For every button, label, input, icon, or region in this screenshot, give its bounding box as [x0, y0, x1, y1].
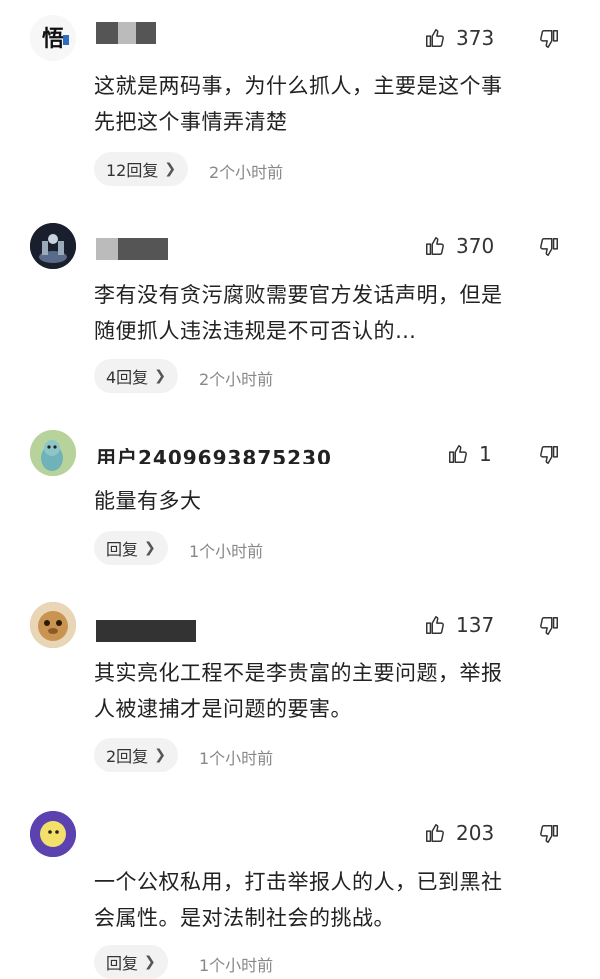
chevron-right-icon: ❯ — [144, 954, 156, 970]
username-redacted — [96, 620, 196, 642]
comment-text: 李有没有贪污腐败需要官方发话声明，但是 随便抓人违法违规是不可否认的… — [94, 283, 503, 343]
thumb-up-icon — [426, 237, 444, 255]
username[interactable]: 用户2409693875230 — [96, 448, 332, 464]
avatar[interactable] — [30, 811, 76, 857]
thumb-down-icon[interactable] — [538, 615, 560, 637]
like-button[interactable]: 373 — [424, 26, 494, 50]
thumb-down-icon[interactable] — [538, 28, 560, 50]
reply-button[interactable]: 4回复 ❯ — [94, 359, 178, 393]
timestamp: 2个小时前 — [209, 163, 284, 182]
chevron-right-icon: ❯ — [154, 747, 166, 763]
chevron-right-icon: ❯ — [144, 540, 156, 556]
timestamp: 1个小时前 — [199, 749, 274, 768]
like-count: 137 — [456, 613, 495, 637]
comment-text: 这就是两码事，为什么抓人，主要是这个事 先把这个事情弄清楚 — [94, 74, 503, 134]
thumb-down-icon[interactable] — [538, 444, 560, 466]
like-button[interactable]: 1 — [447, 442, 492, 466]
reply-button[interactable]: 回复 ❯ — [94, 531, 168, 565]
svg-text:悟: 悟 — [42, 26, 64, 52]
reply-button[interactable]: 2回复 ❯ — [94, 738, 178, 772]
username-redacted — [96, 22, 156, 44]
thumb-down-icon[interactable] — [538, 823, 560, 845]
like-button[interactable]: 370 — [424, 234, 494, 258]
thumb-up-icon — [426, 616, 444, 634]
avatar[interactable] — [30, 430, 76, 476]
comment-text: 能量有多大 — [94, 489, 202, 513]
comment-text: 一个公权私用，打击举报人的人，已到黑社 会属性。是对法制社会的挑战。 — [94, 870, 503, 930]
like-count: 373 — [456, 26, 495, 50]
thumb-up-icon — [449, 445, 467, 463]
timestamp: 2个小时前 — [199, 370, 274, 389]
comment-item: 370 李有没有贪污腐败需要官方发话声明，但是 随便抓人违法违规是不可否认的… … — [0, 205, 600, 410]
like-button[interactable]: 137 — [424, 613, 494, 637]
like-count: 1 — [479, 442, 492, 466]
chevron-right-icon: ❯ — [154, 368, 166, 384]
reply-button[interactable]: 回复 ❯ — [94, 945, 168, 979]
username-redacted — [96, 238, 168, 260]
avatar[interactable] — [30, 223, 76, 269]
thumb-up-icon — [426, 824, 444, 842]
like-count: 203 — [456, 821, 495, 845]
avatar[interactable]: 悟 — [30, 15, 76, 61]
avatar[interactable] — [30, 602, 76, 648]
like-count: 370 — [456, 234, 495, 258]
reply-button[interactable]: 12回复 ❯ — [94, 152, 189, 186]
chevron-right-icon: ❯ — [164, 161, 177, 177]
timestamp: 1个小时前 — [199, 956, 274, 975]
comment-text: 其实亮化工程不是李贵富的主要问题，举报 人被逮捕才是问题的要害。 — [94, 661, 503, 721]
comment-item: 137 其实亮化工程不是李贵富的主要问题，举报 人被逮捕才是问题的要害。 2回复… — [0, 585, 600, 790]
comment-item: 悟 373 这就是两码事，为什么抓人，主要是这个事 先把这个事情弄清楚 12回复… — [0, 0, 600, 205]
timestamp: 1个小时前 — [189, 542, 264, 561]
like-button[interactable]: 203 — [424, 821, 494, 845]
thumb-down-icon[interactable] — [538, 236, 560, 258]
comment-item: 203 一个公权私用，打击举报人的人，已到黑社 会属性。是对法制社会的挑战。 回… — [0, 790, 600, 979]
thumb-up-icon — [426, 29, 444, 47]
comment-item: 用户2409693875230 1 能量有多大 回复 ❯ 1个小时前 — [0, 410, 600, 585]
